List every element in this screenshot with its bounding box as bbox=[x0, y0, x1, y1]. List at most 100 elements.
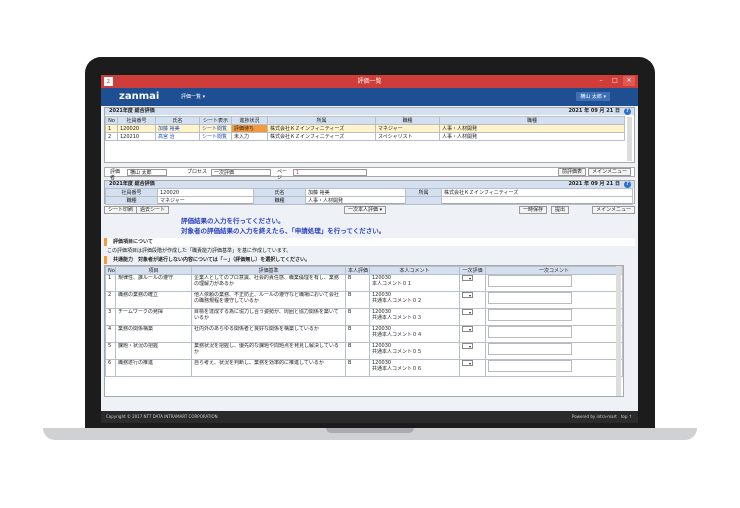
field-value: 加藤 裕美 bbox=[305, 188, 406, 197]
section-title: 評価項目について bbox=[113, 239, 153, 245]
info-header: 2021年度 総合評価 2021 年 09 月 21 日 ? bbox=[105, 181, 634, 188]
employee-name-link[interactable]: 加藤 裕美 bbox=[155, 124, 200, 133]
comment-input[interactable] bbox=[488, 360, 572, 372]
section-title: 共通能力 対象者が遂行しない内容については「－」（評価無し）を選択してください。 bbox=[113, 257, 310, 263]
rating-select[interactable]: ▾ bbox=[462, 309, 473, 315]
col-header: 職種 bbox=[375, 116, 440, 125]
rating-select[interactable]: ▾ bbox=[462, 292, 473, 298]
col-header: 氏名 bbox=[155, 116, 200, 125]
rating-select[interactable]: ▾ bbox=[462, 343, 473, 349]
cell: 120030 共通本人コメント０３ bbox=[369, 308, 460, 326]
cell: 120030 共通本人コメント０４ bbox=[369, 325, 460, 343]
comment-input[interactable] bbox=[488, 292, 572, 304]
minimize-icon[interactable]: – bbox=[595, 76, 607, 86]
cell: 株式会社ＫＺインフィニティーズ bbox=[267, 132, 376, 141]
evaluation-row: 1 規律性、誰ルールの遵守 企業人としてのプロ意識、社会的責任感、職業倫理を有し、業… bbox=[105, 274, 623, 292]
field-label: 職種 bbox=[253, 196, 306, 205]
cell: ▾ bbox=[459, 359, 486, 377]
maximize-icon[interactable]: □ bbox=[609, 76, 621, 86]
comment-input[interactable] bbox=[488, 326, 572, 338]
rater-field[interactable]: 横山 太郎 bbox=[127, 169, 167, 176]
cell: 5 bbox=[105, 342, 116, 360]
table-row[interactable]: 1 120020 加藤 裕美 シート閲覧 評価待ち 株式会社ＫＺインフィニティー… bbox=[105, 124, 625, 133]
section-evaluation-items: 評価項目について bbox=[104, 238, 635, 246]
comment-input[interactable] bbox=[488, 275, 572, 287]
list-scrollbar[interactable] bbox=[627, 117, 632, 161]
user-menu[interactable]: 横山 太郎 ▾ bbox=[576, 92, 610, 101]
sheet-view-link[interactable]: シート閲覧 bbox=[199, 124, 232, 133]
section-note: この評価項目は評価段階が作成した「職責能力評価基準」を基に作成しています。 bbox=[107, 248, 292, 254]
rating-select[interactable]: ▾ bbox=[462, 360, 473, 366]
info-date: 2021 年 09 月 21 日 bbox=[568, 181, 620, 187]
process-field[interactable]: 一次評価 bbox=[211, 169, 271, 176]
field-value bbox=[441, 196, 633, 205]
employee-list-panel: 2021年度 総合評価 2021 年 09 月 21 日 ? No 社員番号 氏… bbox=[104, 107, 635, 163]
menu-dropdown[interactable]: 評価一覧 ▾ bbox=[181, 93, 205, 100]
app-logo-icon: z bbox=[104, 77, 113, 86]
cell: 株式会社ＫＺインフィニティーズ bbox=[267, 124, 376, 133]
sheet-select[interactable]: 一次本人評価 ▾ bbox=[344, 206, 387, 214]
cell: 業務状況を把握し、優先的な課題や問題点を発見し解決しているか bbox=[191, 342, 346, 360]
col-header: No bbox=[105, 116, 118, 125]
col-header: 評価基準 bbox=[191, 266, 346, 275]
instruction-message: 評価結果の入力を行ってください。 対象者の評価結果の入力を終えたら、「申請処理」… bbox=[181, 216, 385, 236]
col-header: 進捗状況 bbox=[231, 116, 268, 125]
col-header: シート表示 bbox=[199, 116, 232, 125]
temp-save-button[interactable]: 一時保存 bbox=[518, 206, 547, 214]
window-title: 評価一覧 bbox=[357, 78, 382, 85]
evaluation-table: No 項目 評価基準 本人評価 本人コメント 一次評価 一次コメント 1 規律性、… bbox=[105, 266, 623, 377]
help-icon[interactable]: ? bbox=[624, 181, 631, 188]
col-header: 社員番号 bbox=[117, 116, 156, 125]
cell: 他人依頼の業務、不正防止、ルールの遵守など職場において会社の職務規程を遵守してい… bbox=[191, 291, 346, 309]
cell bbox=[485, 308, 623, 326]
list-date: 2021 年 09 月 21 日 bbox=[568, 108, 620, 114]
cell: 1 bbox=[105, 274, 116, 292]
col-header: 本人評価 bbox=[345, 266, 370, 275]
cell: 1 bbox=[105, 124, 118, 133]
grid-scrollbar[interactable] bbox=[616, 266, 621, 396]
cell: 職務の業務の確立 bbox=[115, 291, 192, 309]
sheet-view-link[interactable]: シート閲覧 bbox=[199, 132, 232, 141]
cell: 120030 共通本人コメント０６ bbox=[369, 359, 460, 377]
message-line: 評価結果の入力を行ってください。 bbox=[181, 217, 285, 225]
footer: Copyright © 2017 NTT DATA INTRAMART CORP… bbox=[101, 411, 638, 423]
print-button[interactable]: シート印刷 bbox=[104, 206, 138, 214]
cell: 社内外のあらゆる関係者と良好な関係を構築しているか bbox=[191, 325, 346, 343]
cell: B bbox=[345, 274, 370, 292]
cell bbox=[485, 274, 623, 292]
main-menu-button[interactable]: メインメニュー bbox=[592, 206, 635, 214]
cell: 4 bbox=[105, 325, 116, 343]
employee-info-panel: 2021年度 総合評価 2021 年 09 月 21 日 ? 社員番号 1200… bbox=[104, 180, 635, 205]
submit-button[interactable]: 提出 bbox=[550, 206, 569, 214]
comment-input[interactable] bbox=[488, 343, 572, 355]
past-sheet-button[interactable]: 過去シート bbox=[136, 206, 170, 214]
rating-select[interactable]: ▾ bbox=[462, 275, 473, 281]
info-table: 社員番号 120020 氏名 加藤 裕美 所属 株式会社ＫＺインフィニティーズ … bbox=[105, 188, 633, 205]
rating-select[interactable]: ▾ bbox=[462, 326, 473, 332]
close-icon[interactable]: ✕ bbox=[623, 76, 635, 86]
cell: B bbox=[345, 359, 370, 377]
employee-name-link[interactable]: 高宮 治 bbox=[155, 132, 200, 141]
field-label: 氏名 bbox=[253, 188, 306, 197]
status-cell: 未入力 bbox=[231, 132, 268, 141]
evaluator-toolbar: 評価者 横山 太郎 プロセス 一次評価 ページ 1 前評価表 メインメニュー bbox=[104, 167, 635, 181]
cell: 3 bbox=[105, 308, 116, 326]
cell: 120030 本人コメント０１ bbox=[369, 274, 460, 292]
window-titlebar: z 評価一覧 – □ ✕ bbox=[101, 75, 638, 88]
powered-by[interactable]: Powered by intra-mart top ↑ bbox=[572, 411, 632, 423]
help-icon[interactable]: ? bbox=[624, 108, 631, 115]
cell: 120030 共通本人コメント０２ bbox=[369, 291, 460, 309]
page-field[interactable]: 1 bbox=[293, 169, 367, 176]
evaluation-row: 2 職務の業務の確立 他人依頼の業務、不正防止、ルールの遵守など職場において会社の職… bbox=[105, 291, 623, 309]
cell: 120210 bbox=[117, 132, 156, 141]
col-header: 一次評価 bbox=[459, 266, 486, 275]
col-header: No bbox=[105, 266, 116, 275]
comment-input[interactable] bbox=[488, 309, 572, 321]
cell: 2 bbox=[105, 132, 118, 141]
prev-sheet-button[interactable]: 前評価表 bbox=[557, 168, 586, 176]
cell: B bbox=[345, 291, 370, 309]
laptop-notch bbox=[326, 428, 414, 433]
rater-label: 評価者 bbox=[108, 169, 126, 181]
table-row[interactable]: 2 120210 高宮 治 シート閲覧 未入力 株式会社ＫＺインフィニティーズ … bbox=[105, 132, 625, 141]
main-menu-button[interactable]: メインメニュー bbox=[588, 168, 631, 176]
